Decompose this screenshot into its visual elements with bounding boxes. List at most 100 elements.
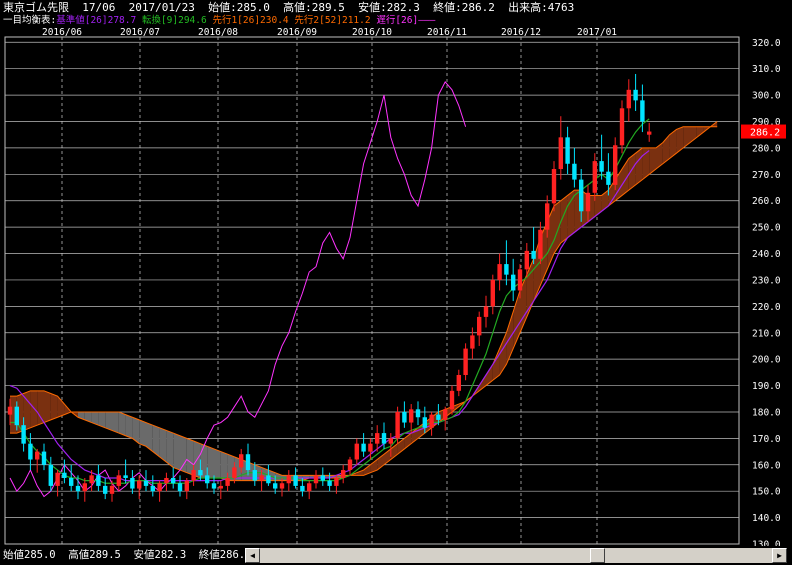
candle-body	[198, 470, 203, 476]
cloud-segment	[57, 396, 65, 418]
candle-body	[511, 274, 516, 291]
candle-body	[143, 480, 149, 486]
candle-body	[619, 108, 625, 146]
cloud-segment	[207, 446, 214, 478]
candle-body	[551, 169, 557, 204]
candle-body	[191, 470, 196, 481]
contract-month: 17/06	[82, 1, 116, 14]
candle-body	[28, 443, 33, 460]
candle-body	[225, 477, 230, 486]
candle-body	[422, 417, 427, 428]
candle-body	[171, 477, 176, 484]
cloud-segment	[44, 390, 51, 423]
open-value: 285.0	[236, 1, 270, 14]
y-tick-label: 230.0	[752, 275, 781, 286]
y-tick-label: 220.0	[752, 302, 781, 313]
quote-date: 2017/01/23	[128, 1, 195, 14]
month-label: 2016/08	[198, 27, 238, 38]
scroll-left-button[interactable]: ◀	[245, 548, 260, 563]
candle-body	[7, 406, 13, 415]
candle-body	[239, 454, 244, 468]
y-tick-label: 300.0	[752, 91, 781, 102]
candle-body	[504, 264, 509, 275]
month-label: 2016/10	[352, 27, 392, 38]
y-tick-label: 280.0	[752, 143, 781, 154]
candle-body	[579, 179, 584, 212]
candle-body	[558, 137, 563, 170]
candle-body	[463, 348, 468, 375]
candle-body	[388, 438, 393, 444]
candle-body	[273, 483, 278, 489]
candle-body	[218, 485, 223, 489]
candle-body	[14, 406, 19, 426]
candle-body	[375, 433, 380, 444]
candle-body	[592, 161, 597, 193]
candle-body	[572, 163, 577, 180]
footer-open-label: 始値	[3, 549, 24, 561]
cloud-segment	[139, 419, 146, 447]
candle-body	[313, 475, 319, 484]
month-label: 2016/06	[42, 27, 82, 38]
candle-body	[35, 451, 40, 460]
horizontal-scrollbar[interactable]: ◀ ▶	[245, 548, 787, 563]
candle-body	[436, 414, 441, 420]
candle-body	[266, 475, 271, 484]
legend-chikou: 遅行[26]	[376, 15, 419, 26]
legend-chikou-line: ———	[418, 15, 436, 26]
cloud-segment	[696, 126, 704, 138]
candle-body	[483, 306, 489, 317]
legend-tenkan: 転換[9]294.6	[141, 15, 207, 26]
candle-body	[640, 100, 645, 122]
volume-label: 出来高:	[508, 1, 548, 14]
month-label: 2016/07	[120, 27, 160, 38]
candle-body	[633, 89, 638, 101]
candle-body	[517, 269, 523, 291]
candle-body	[300, 485, 305, 492]
candle-body	[21, 425, 26, 444]
candle-body	[334, 477, 339, 486]
candle-body	[531, 250, 536, 259]
candle-body	[164, 477, 169, 484]
cloud-segment	[554, 200, 561, 254]
open-label: 始値:	[208, 1, 237, 14]
legend-title: 一目均衡表:	[3, 15, 57, 26]
candle-body	[490, 279, 495, 307]
y-tick-label: 200.0	[752, 355, 781, 366]
y-tick-label: 190.0	[752, 381, 781, 392]
candle-body	[130, 477, 135, 489]
y-tick-label: 170.0	[752, 434, 781, 445]
cloud-segment	[125, 414, 133, 439]
cloud-segment	[159, 427, 167, 463]
month-axis: 2016/06 2016/07 2016/08 2016/09 2016/10 2016/…	[42, 27, 617, 38]
candle-body	[443, 409, 448, 420]
volume-value: 4763	[547, 1, 575, 14]
y-tick-label: 320.0	[752, 38, 781, 49]
candle-body	[157, 483, 162, 492]
candle-body	[585, 192, 591, 212]
scroll-right-button[interactable]: ▶	[772, 548, 787, 563]
y-tick-label: 150.0	[752, 487, 781, 498]
cloud-segment	[173, 433, 180, 471]
arrow-right-icon: ▶	[777, 551, 782, 560]
candle-body	[381, 433, 387, 444]
candle-body	[245, 454, 251, 471]
scroll-thumb[interactable]	[590, 548, 605, 563]
candle-body	[211, 483, 217, 489]
candle-body	[368, 443, 373, 452]
ichimoku-chart[interactable]: 2016/06 2016/07 2016/08 2016/09 2016/10 2016/…	[0, 27, 792, 546]
candlesticks	[7, 73, 652, 502]
candle-body	[184, 480, 189, 492]
candle-body	[395, 411, 400, 439]
low-label: 安値:	[358, 1, 387, 14]
candle-body	[123, 475, 128, 478]
candle-body	[259, 475, 264, 481]
title-bar: 東京ゴム先限 17/06 2017/01/23 始値:285.0 高値:289.…	[0, 0, 792, 15]
price-axis: 320.0310.0300.0290.0280.0270.0260.0250.0…	[741, 38, 786, 546]
candle-body	[497, 264, 502, 280]
candle-body	[103, 485, 108, 494]
candle-body	[415, 409, 421, 418]
y-tick-label: 260.0	[752, 196, 781, 207]
cloud-segment	[118, 411, 126, 436]
candle-body	[286, 475, 291, 484]
y-tick-label: 240.0	[752, 249, 781, 260]
